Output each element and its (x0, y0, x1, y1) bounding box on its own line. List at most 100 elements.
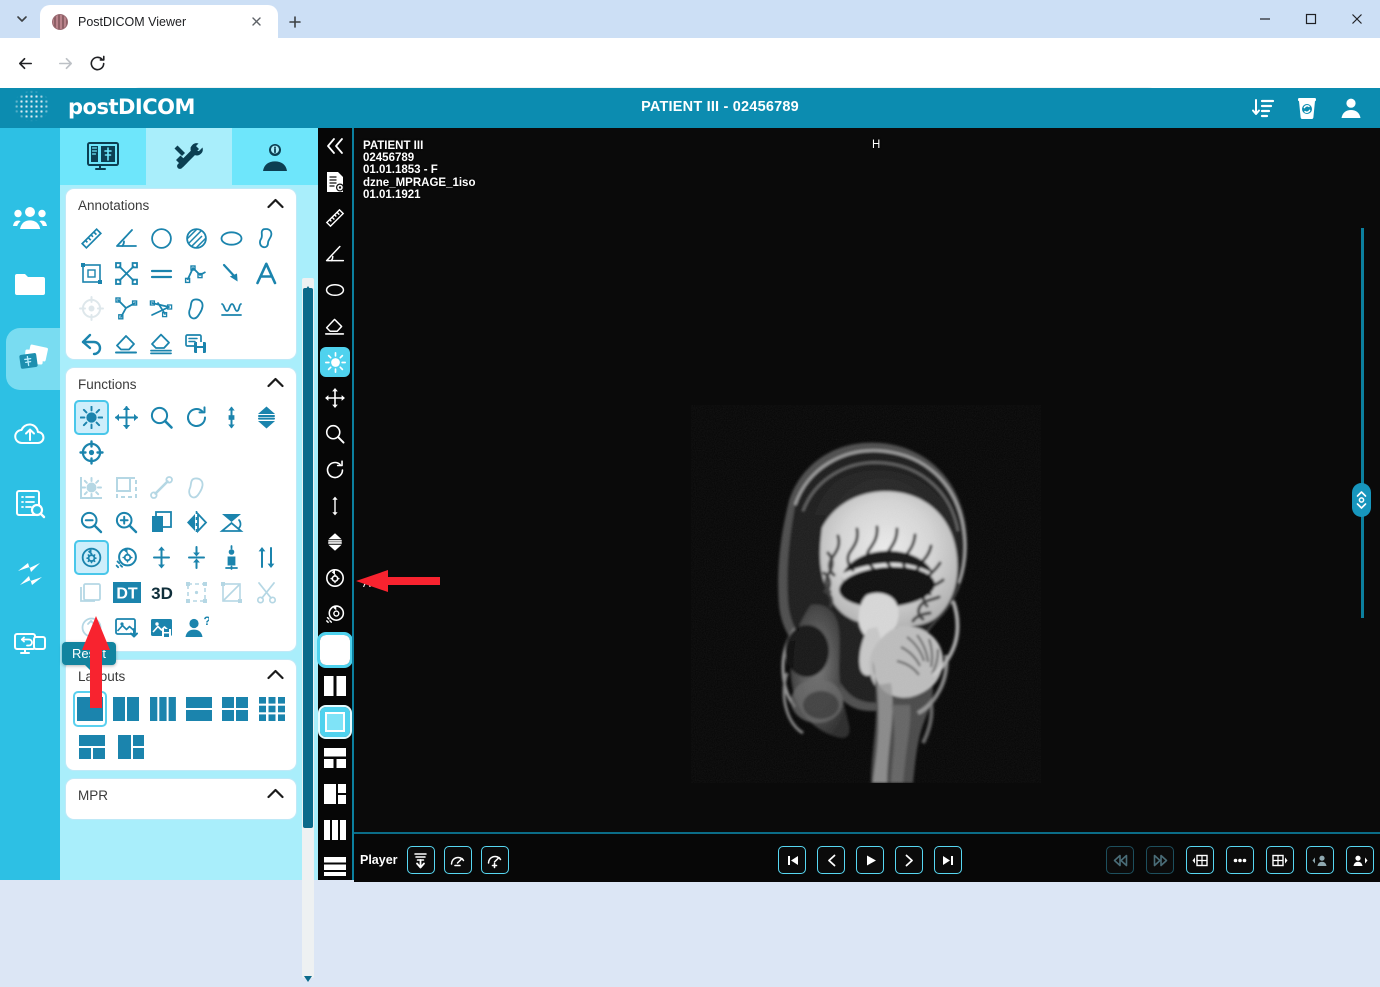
player-next-patient[interactable] (1346, 846, 1374, 874)
sidebar-item-patients[interactable] (0, 188, 60, 250)
function-pan[interactable] (109, 400, 144, 435)
sidebar-item-folders[interactable] (0, 253, 60, 315)
function-zoom-in[interactable] (109, 505, 144, 540)
viewer-layout-single[interactable] (320, 635, 350, 665)
annotation-angle[interactable] (109, 221, 144, 256)
chevron-up-icon[interactable] (267, 375, 284, 393)
viewer-layout-left-wide[interactable] (318, 776, 352, 812)
viewer-layout-two-col[interactable] (318, 668, 352, 704)
user-account-icon[interactable] (1336, 92, 1366, 124)
function-dt[interactable]: DT (109, 575, 144, 610)
tab-patient-info[interactable] (232, 128, 318, 185)
player-play[interactable] (856, 846, 884, 874)
tab-tools[interactable] (146, 128, 232, 185)
layout-left-wide[interactable] (113, 730, 148, 764)
function-stretch-vertical[interactable] (144, 540, 179, 575)
slice-slider-track[interactable] (1361, 228, 1364, 618)
image-viewport[interactable]: PATIENT III 02456789 01.01.1853 - F dzne… (354, 128, 1380, 880)
panel-scrollbar[interactable] (302, 278, 314, 978)
function-bone-preset[interactable] (144, 470, 179, 505)
annotation-arrow-down-right[interactable] (214, 256, 249, 291)
section-mpr-header[interactable]: MPR (66, 779, 296, 811)
annotation-parallel-lines[interactable] (144, 256, 179, 291)
layout-3x3[interactable] (256, 692, 288, 726)
sidebar-item-search-reports[interactable] (0, 473, 60, 535)
viewer-layout-top-wide[interactable] (318, 740, 352, 776)
layout-1x3[interactable] (147, 692, 179, 726)
player-fast-forward[interactable] (1146, 846, 1174, 874)
minimize-icon[interactable] (1242, 0, 1288, 38)
maximize-icon[interactable] (1288, 0, 1334, 38)
viewer-report[interactable] (318, 164, 352, 200)
slice-slider[interactable] (1352, 483, 1371, 517)
trash-bin-icon[interactable] (1292, 92, 1322, 124)
browser-tab[interactable]: PostDICOM Viewer (40, 5, 278, 38)
annotation-target[interactable] (74, 291, 109, 326)
section-functions-header[interactable]: Functions (66, 368, 296, 400)
annotation-closed-freehand[interactable] (179, 291, 214, 326)
viewer-ruler[interactable] (318, 200, 352, 236)
scroll-up-arrow-icon[interactable] (304, 279, 312, 287)
player-rewind[interactable] (1106, 846, 1134, 874)
function-stack-scroll[interactable] (249, 400, 284, 435)
viewer-layout-rows[interactable] (318, 848, 352, 884)
section-annotations-header[interactable]: Annotations (66, 189, 296, 221)
function-scissors[interactable] (249, 575, 284, 610)
function-compress-vertical[interactable] (179, 540, 214, 575)
chevron-up-icon[interactable] (267, 667, 284, 685)
close-icon[interactable] (249, 14, 264, 29)
layout-2x2[interactable] (219, 692, 251, 726)
annotation-cobb-angle[interactable] (109, 291, 144, 326)
forward-arrow-icon[interactable] (52, 50, 78, 76)
reload-icon[interactable] (84, 50, 110, 76)
function-auto-window[interactable] (74, 470, 109, 505)
back-arrow-icon[interactable] (12, 50, 38, 76)
function-organ-preset[interactable] (179, 470, 214, 505)
panel-scrollbar-thumb[interactable] (303, 288, 313, 828)
annotation-rectangle[interactable] (74, 256, 109, 291)
function-invert-half[interactable] (144, 505, 179, 540)
sidebar-item-sync[interactable] (0, 543, 60, 605)
viewer-zoom[interactable] (318, 416, 352, 452)
annotation-angle-measure[interactable] (144, 291, 179, 326)
annotation-text[interactable] (249, 256, 284, 291)
viewer-angle[interactable] (318, 236, 352, 272)
sidebar-item-remote-share[interactable] (0, 613, 60, 675)
mri-slice-image[interactable] (691, 405, 1041, 783)
sort-descending-icon[interactable] (1248, 92, 1278, 124)
layout-2x1[interactable] (183, 692, 215, 726)
annotation-save[interactable] (179, 326, 214, 361)
player-last-frame[interactable] (934, 846, 962, 874)
viewer-vertical-arrows[interactable] (318, 488, 352, 524)
viewer-rotate[interactable] (318, 452, 352, 488)
function-flip-vertical[interactable] (214, 505, 249, 540)
function-reset[interactable] (74, 540, 109, 575)
annotation-freehand[interactable] (249, 221, 284, 256)
function-roi-box[interactable] (179, 575, 214, 610)
function-reset-all[interactable] (109, 540, 144, 575)
function-vertical-scale[interactable] (214, 400, 249, 435)
viewer-series-single[interactable] (320, 707, 350, 737)
annotation-erase-one[interactable] (109, 326, 144, 361)
function-person-scale[interactable] (214, 540, 249, 575)
annotation-ellipse[interactable] (214, 221, 249, 256)
player-first-frame[interactable] (778, 846, 806, 874)
player-more-options[interactable] (1226, 846, 1254, 874)
new-tab-button[interactable] (282, 9, 308, 35)
tab-study-viewer[interactable] (60, 128, 146, 185)
annotation-ruler[interactable] (74, 221, 109, 256)
player-speed-decrease[interactable] (444, 846, 472, 874)
viewer-ellipse[interactable] (318, 272, 352, 308)
player-speed-increase[interactable] (481, 846, 509, 874)
annotation-undo[interactable] (74, 326, 109, 361)
viewer-collapse-panel[interactable] (318, 128, 352, 164)
annotation-circle[interactable] (144, 221, 179, 256)
function-zoom[interactable] (144, 400, 179, 435)
annotation-wave[interactable] (214, 291, 249, 326)
function-cine[interactable] (74, 575, 109, 610)
function-crop[interactable] (109, 470, 144, 505)
tab-search-dropdown-button[interactable] (8, 6, 36, 32)
scroll-down-arrow-icon[interactable] (304, 969, 312, 977)
chevron-up-icon[interactable] (267, 786, 284, 804)
annotation-hatched-circle[interactable] (179, 221, 214, 256)
